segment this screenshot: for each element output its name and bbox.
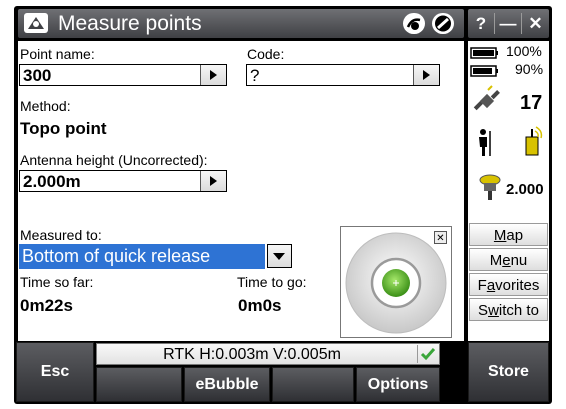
- close-button[interactable]: ✕: [522, 9, 549, 38]
- label-part: vorites: [495, 277, 540, 294]
- label-part: e: [502, 252, 511, 269]
- point-name-arrow-button[interactable]: [200, 65, 226, 85]
- ebubble-panel[interactable]: ✕: [340, 226, 452, 338]
- battery-1-value: 100%: [506, 43, 542, 59]
- method-label: Method:: [20, 98, 71, 114]
- method-value: Topo point: [20, 119, 107, 138]
- minimize-button[interactable]: —: [495, 9, 521, 38]
- label-part: M: [493, 227, 507, 244]
- no-connection-icon[interactable]: [432, 13, 454, 34]
- antenna-height-label: Antenna height (Uncorrected):: [20, 152, 208, 168]
- satellite-count: 17: [520, 92, 543, 114]
- window-controls: ? — ✕: [468, 9, 549, 38]
- receiver-icon[interactable]: [403, 13, 425, 34]
- antenna-height-arrow-button[interactable]: [200, 171, 226, 191]
- app-window: Measure points ? — ✕ Point name: 300 Cod…: [14, 6, 552, 404]
- ebubble-close-button[interactable]: ✕: [434, 231, 447, 244]
- measured-to-label: Measured to:: [20, 227, 102, 243]
- label-part: itch to: [498, 302, 539, 319]
- map-button[interactable]: Map: [469, 223, 548, 246]
- label-part: F: [477, 277, 487, 294]
- time-to-go-value: 0m0s: [238, 296, 282, 315]
- measured-to-dropdown[interactable]: Bottom of quick release: [19, 244, 265, 269]
- antenna-height-display: 2.000: [506, 181, 544, 198]
- battery-icon: [470, 47, 498, 77]
- esc-button[interactable]: Esc: [16, 342, 94, 402]
- check-icon: [417, 345, 438, 363]
- code-label: Code:: [247, 46, 285, 62]
- antenna-icon: [479, 174, 501, 200]
- satellite-icon: [473, 85, 500, 111]
- antenna-height-field[interactable]: 2.000m: [19, 170, 227, 192]
- antenna-height-value: 2.000m: [23, 172, 81, 191]
- measure-form: Point name: 300 Code: ? Method: Topo poi…: [18, 41, 464, 341]
- label-part: w: [488, 302, 499, 319]
- time-so-far-label: Time so far:: [20, 274, 94, 290]
- rtk-precision-text: RTK H:0.003m V:0.005m: [163, 346, 341, 363]
- point-name-label: Point name:: [20, 46, 95, 62]
- point-name-value: 300: [23, 66, 52, 85]
- time-to-go-label: Time to go:: [237, 274, 307, 290]
- status-panel: 100% 90% 17 2.000 Map Menu Favorites Swi…: [468, 41, 549, 341]
- menu-button[interactable]: Menu: [469, 248, 548, 271]
- window-title: Measure points: [58, 12, 202, 35]
- rtk-status-bar: RTK H:0.003m V:0.005m: [96, 343, 440, 365]
- label-part: S: [478, 302, 489, 319]
- measure-points-icon: [24, 13, 48, 33]
- label-part: nu: [510, 252, 528, 269]
- code-value: ?: [250, 66, 260, 85]
- chevron-down-icon[interactable]: [267, 244, 292, 268]
- help-button[interactable]: ?: [468, 9, 494, 38]
- title-bar: Measure points: [18, 9, 464, 38]
- time-so-far-value: 0m22s: [20, 296, 73, 315]
- battery-2-value: 90%: [515, 61, 544, 77]
- softkey-blank-1[interactable]: [96, 367, 182, 402]
- label-part: a: [486, 277, 496, 294]
- point-name-field[interactable]: 300: [19, 64, 227, 86]
- label-part: M: [489, 252, 503, 269]
- code-field[interactable]: ?: [246, 64, 440, 86]
- softkey-blank-2[interactable]: [272, 367, 354, 402]
- switch-to-button[interactable]: Switch to: [469, 298, 548, 321]
- favorites-button[interactable]: Favorites: [469, 273, 548, 296]
- radio-icon: [525, 126, 543, 156]
- options-button[interactable]: Options: [356, 367, 440, 402]
- surveyor-icon: [479, 129, 491, 156]
- label-part: ap: [506, 227, 524, 244]
- code-arrow-button[interactable]: [413, 65, 439, 85]
- ebubble-button[interactable]: eBubble: [184, 367, 270, 402]
- store-button[interactable]: Store: [468, 342, 549, 402]
